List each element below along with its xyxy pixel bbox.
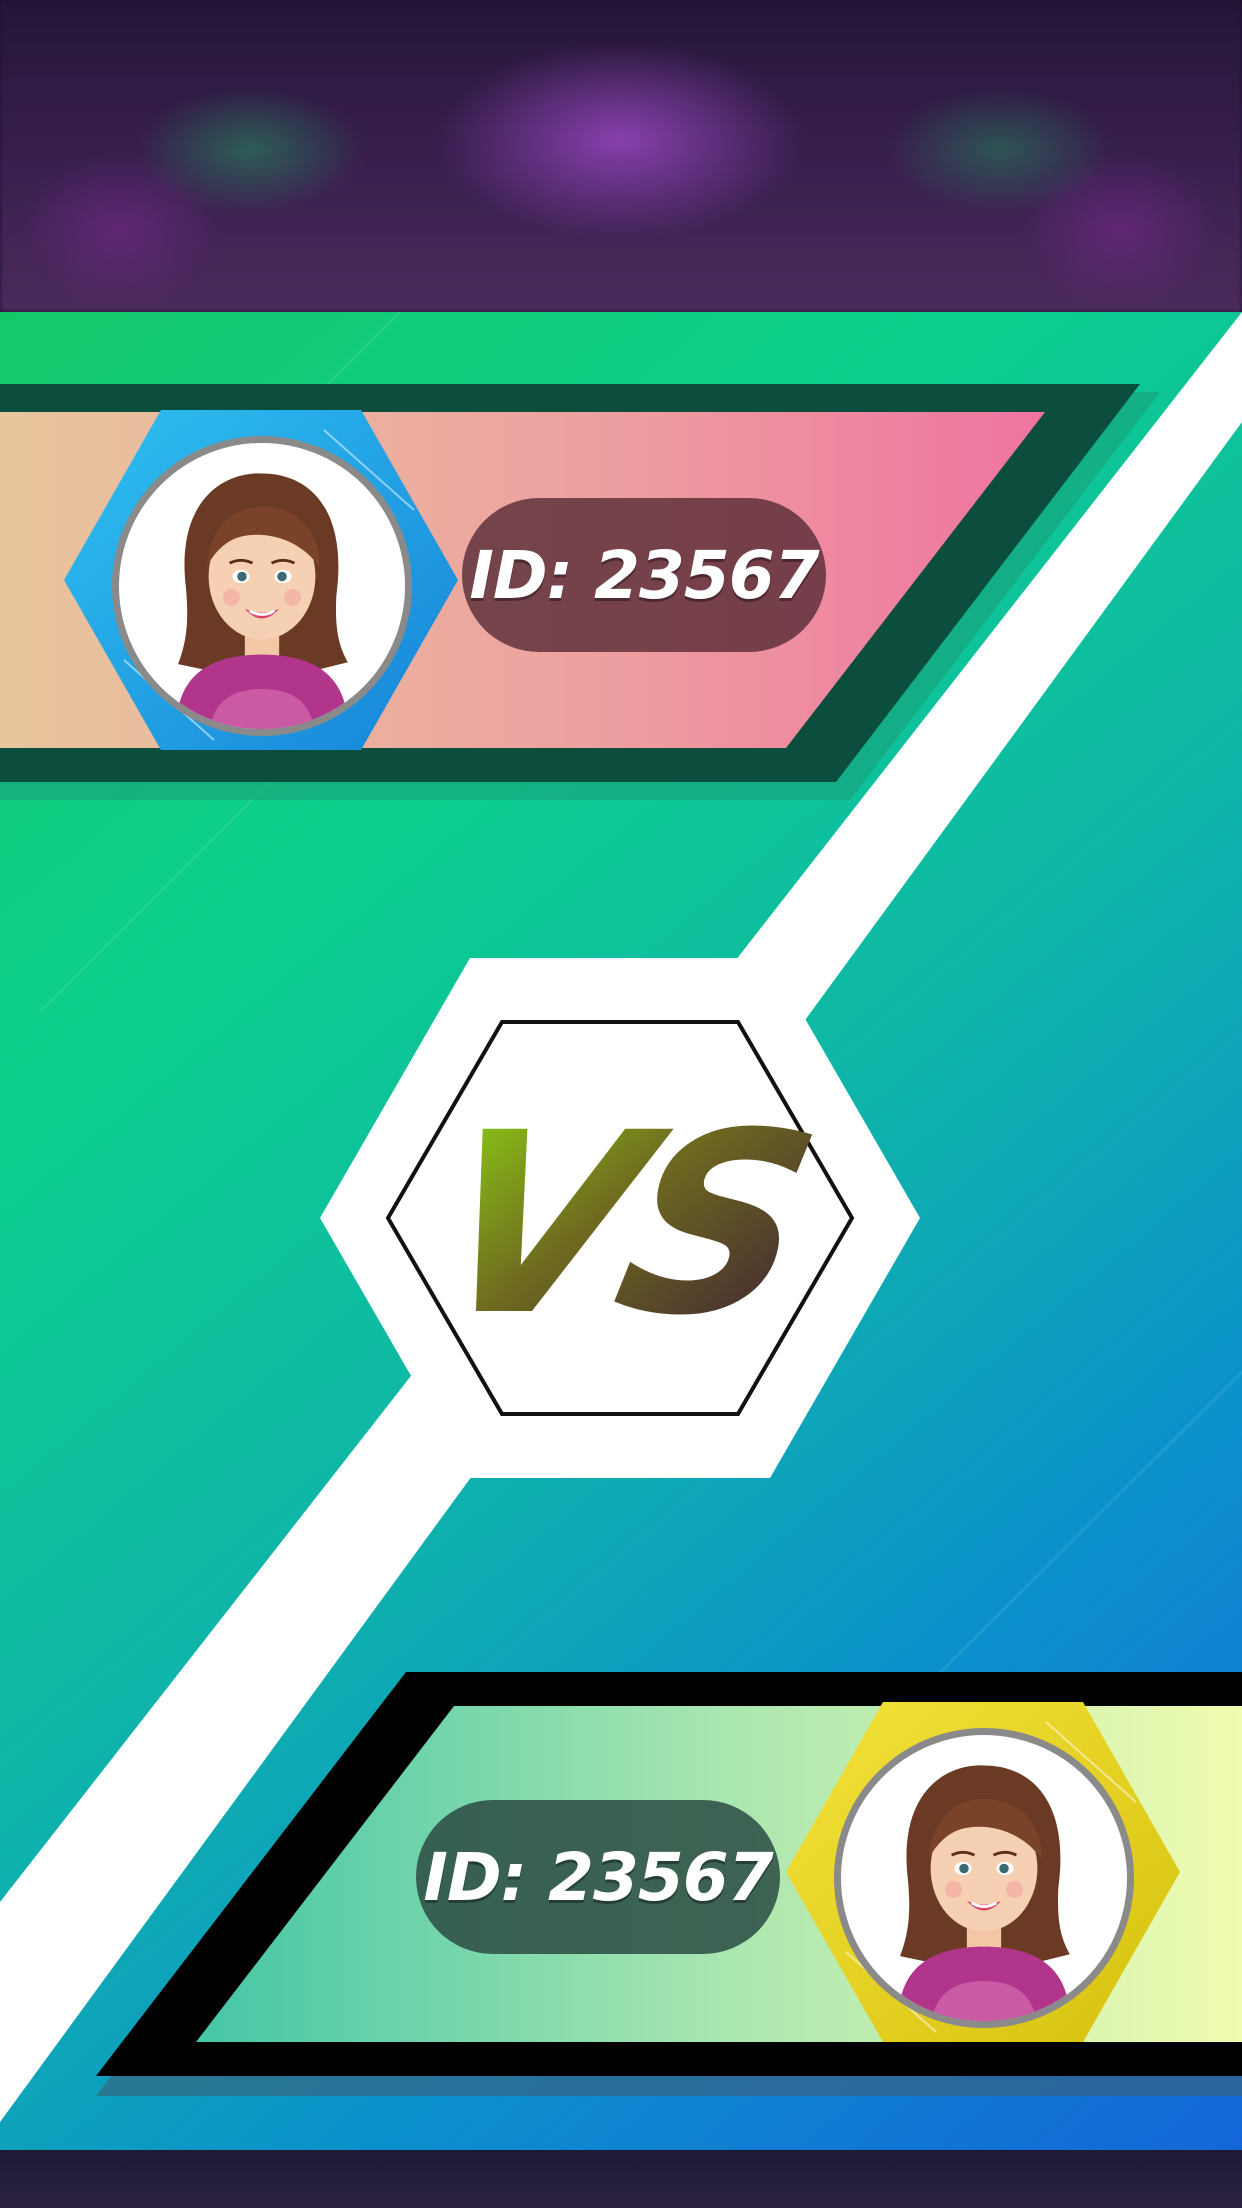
woman-avatar-icon [176, 473, 348, 729]
woman-avatar-icon [898, 1765, 1070, 2021]
bottom-player-avatar[interactable] [834, 1728, 1134, 2028]
bottom-player-id-badge: ID: 23567 [416, 1800, 780, 1954]
bottom-player-id-label: ID: 23567 [423, 1838, 773, 1916]
top-player-id-badge: ID: 23567 [462, 498, 826, 652]
top-player-avatar[interactable] [112, 436, 412, 736]
blurred-background-top [0, 0, 1242, 312]
blurred-background-bottom [0, 2150, 1242, 2208]
top-player-id-label: ID: 23567 [469, 536, 819, 614]
vs-label: VS [393, 1079, 846, 1370]
